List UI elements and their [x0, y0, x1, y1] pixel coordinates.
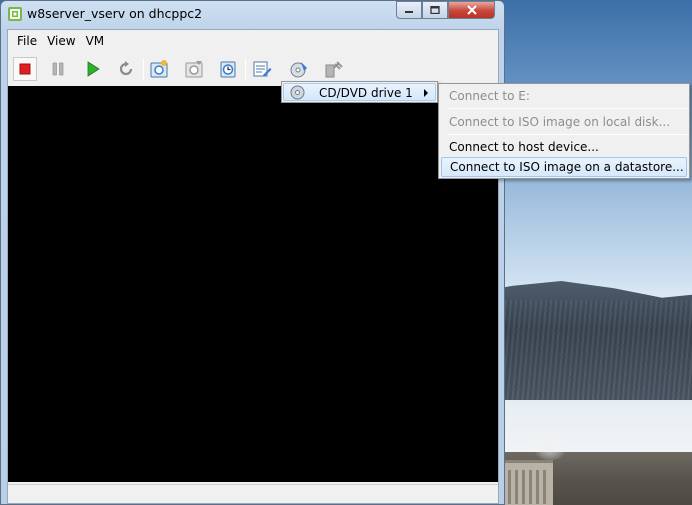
close-button[interactable] — [448, 1, 495, 19]
cd-dvd-context-menu: CD/DVD drive 1 — [281, 81, 438, 103]
vm-console-screen[interactable] — [8, 86, 498, 482]
wallpaper-building-windows — [508, 470, 550, 504]
menu-separator — [447, 108, 687, 109]
revert-snapshot-icon — [185, 61, 203, 78]
take-snapshot-button[interactable] — [147, 57, 171, 81]
cd-dvd-icon — [290, 62, 307, 78]
status-bar — [8, 484, 498, 503]
revert-snapshot-button[interactable] — [182, 57, 206, 81]
minimize-button[interactable] — [396, 1, 422, 19]
menu-file[interactable]: File — [12, 34, 42, 48]
menu-item-connect-host-device[interactable]: Connect to host device... — [441, 137, 687, 157]
suspend-button[interactable] — [46, 57, 70, 81]
toolbar — [8, 54, 498, 84]
reset-icon — [119, 61, 133, 76]
title-bar[interactable]: w8server_vserv on dhcppc2 — [1, 1, 504, 29]
snapshot-icon — [150, 60, 168, 78]
usb-icon — [325, 61, 343, 78]
console-window: w8server_vserv on dhcppc2 File View VM — [0, 0, 505, 505]
menu-item-connect-iso-datastore[interactable]: Connect to ISO image on a datastore... — [441, 157, 687, 177]
cd-dvd-drive-label: CD/DVD drive 1 — [319, 86, 413, 100]
edit-settings-button[interactable] — [250, 57, 274, 81]
vm-settings-icon — [253, 61, 272, 77]
menu-separator — [447, 134, 687, 135]
toolbar-separator — [143, 58, 144, 80]
window-title: w8server_vserv on dhcppc2 — [27, 6, 203, 21]
cd-dvd-button[interactable] — [287, 57, 311, 81]
menu-vm[interactable]: VM — [81, 34, 110, 48]
vsphere-app-icon — [8, 7, 22, 21]
maximize-icon — [430, 6, 440, 14]
toolbar-separator — [245, 58, 246, 80]
wallpaper-smoke — [530, 430, 570, 460]
menu-item-connect-iso-local[interactable]: Connect to ISO image on local disk... — [441, 112, 687, 132]
menu-item-cd-dvd-drive-1[interactable]: CD/DVD drive 1 — [283, 83, 436, 101]
submenu-arrow-icon — [424, 89, 428, 97]
maximize-button[interactable] — [422, 1, 448, 19]
reset-button[interactable] — [114, 57, 138, 81]
minimize-icon — [405, 11, 413, 13]
power-on-button[interactable] — [81, 57, 105, 81]
play-icon — [87, 61, 100, 77]
power-off-button[interactable] — [13, 57, 37, 81]
cd-dvd-drive-icon — [290, 85, 305, 100]
stop-icon — [19, 63, 31, 75]
pause-icon — [52, 62, 64, 76]
menu-bar: File View VM — [8, 30, 498, 52]
snapshot-manager-button[interactable] — [216, 57, 240, 81]
cd-dvd-submenu: Connect to E: Connect to ISO image on lo… — [438, 83, 690, 179]
snapshot-manager-icon — [220, 61, 236, 78]
close-icon — [466, 5, 477, 15]
usb-button[interactable] — [321, 57, 345, 81]
menu-item-connect-to-e[interactable]: Connect to E: — [441, 86, 687, 106]
menu-view[interactable]: View — [42, 34, 80, 48]
